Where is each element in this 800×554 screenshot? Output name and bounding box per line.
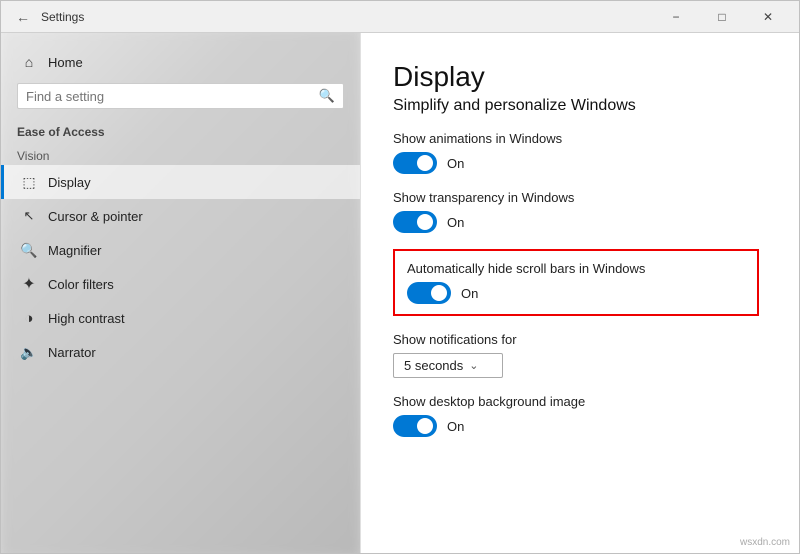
section-label: Ease of Access xyxy=(1,117,360,143)
desktop-bg-label: Show desktop background image xyxy=(393,394,759,409)
minimize-button[interactable]: − xyxy=(653,1,699,33)
animations-toggle-label: On xyxy=(447,156,464,171)
narrator-label: Narrator xyxy=(48,345,96,360)
transparency-toggle-knob xyxy=(417,214,433,230)
animations-toggle[interactable] xyxy=(393,152,437,174)
section-title: Simplify and personalize Windows xyxy=(393,97,759,115)
watermark: wsxdn.com xyxy=(740,537,790,548)
search-input[interactable] xyxy=(26,89,313,104)
sidebar-item-magnifier[interactable]: 🔍 Magnifier xyxy=(1,233,360,267)
notifications-dropdown[interactable]: 5 seconds ⌄ xyxy=(393,353,503,378)
sidebar-item-cursor[interactable]: ↖ Cursor & pointer xyxy=(1,199,360,233)
scrollbars-toggle-row: On xyxy=(407,282,745,304)
notifications-dropdown-value: 5 seconds xyxy=(404,358,463,373)
title-bar: ← Settings − □ ✕ xyxy=(1,1,799,33)
color-filters-icon: ✦ xyxy=(20,275,38,293)
app-body: ⌂ Home 🔍 Ease of Access Vision ⬚ xyxy=(1,33,799,553)
chevron-down-icon: ⌄ xyxy=(469,359,478,372)
search-icon: 🔍 xyxy=(319,88,335,104)
sidebar-item-narrator[interactable]: 🔈 Narrator xyxy=(1,335,360,369)
home-label: Home xyxy=(48,55,83,70)
scrollbars-toggle-label: On xyxy=(461,286,478,301)
sidebar-content: ⌂ Home 🔍 Ease of Access Vision ⬚ xyxy=(1,33,360,553)
sidebar-header: ⌂ Home 🔍 xyxy=(1,33,360,117)
sidebar: ⌂ Home 🔍 Ease of Access Vision ⬚ xyxy=(1,33,361,553)
setting-animations: Show animations in Windows On xyxy=(393,131,759,174)
sidebar-item-display[interactable]: ⬚ Display xyxy=(1,165,360,199)
scrollbars-toggle-knob xyxy=(431,285,447,301)
desktop-bg-toggle-knob xyxy=(417,418,433,434)
app-window: ← Settings − □ ✕ ⌂ Home xyxy=(0,0,800,554)
transparency-label: Show transparency in Windows xyxy=(393,190,759,205)
maximize-button[interactable]: □ xyxy=(699,1,745,33)
magnifier-label: Magnifier xyxy=(48,243,101,258)
search-box[interactable]: 🔍 xyxy=(17,83,344,109)
main-content: Display Simplify and personalize Windows… xyxy=(361,33,799,553)
vision-label: Vision xyxy=(1,143,360,165)
setting-notifications: Show notifications for 5 seconds ⌄ xyxy=(393,332,759,378)
magnifier-icon: 🔍 xyxy=(20,241,38,259)
transparency-toggle-row: On xyxy=(393,211,759,233)
back-button[interactable]: ← xyxy=(9,3,37,31)
scrollbars-toggle[interactable] xyxy=(407,282,451,304)
sidebar-item-home[interactable]: ⌂ Home xyxy=(17,45,344,79)
high-contrast-label: High contrast xyxy=(48,311,125,326)
window-title: Settings xyxy=(41,10,653,24)
scrollbars-highlight-box: Automatically hide scroll bars in Window… xyxy=(393,249,759,316)
cursor-label: Cursor & pointer xyxy=(48,209,143,224)
desktop-bg-toggle-row: On xyxy=(393,415,759,437)
color-filters-label: Color filters xyxy=(48,277,114,292)
high-contrast-icon: ◑ xyxy=(20,309,38,327)
scrollbars-label: Automatically hide scroll bars in Window… xyxy=(407,261,745,276)
cursor-icon: ↖ xyxy=(20,207,38,225)
narrator-icon: 🔈 xyxy=(20,343,38,361)
setting-transparency: Show transparency in Windows On xyxy=(393,190,759,233)
home-icon: ⌂ xyxy=(20,53,38,71)
display-icon: ⬚ xyxy=(20,173,38,191)
animations-toggle-knob xyxy=(417,155,433,171)
display-label: Display xyxy=(48,175,91,190)
notifications-label: Show notifications for xyxy=(393,332,759,347)
desktop-bg-toggle-label: On xyxy=(447,419,464,434)
close-button[interactable]: ✕ xyxy=(745,1,791,33)
sidebar-item-high-contrast[interactable]: ◑ High contrast xyxy=(1,301,360,335)
setting-desktop-bg: Show desktop background image On xyxy=(393,394,759,437)
page-title: Display xyxy=(393,61,759,93)
sidebar-item-color-filters[interactable]: ✦ Color filters xyxy=(1,267,360,301)
transparency-toggle[interactable] xyxy=(393,211,437,233)
notifications-dropdown-row: 5 seconds ⌄ xyxy=(393,353,759,378)
animations-toggle-row: On xyxy=(393,152,759,174)
desktop-bg-toggle[interactable] xyxy=(393,415,437,437)
window-controls: − □ ✕ xyxy=(653,1,791,33)
transparency-toggle-label: On xyxy=(447,215,464,230)
animations-label: Show animations in Windows xyxy=(393,131,759,146)
